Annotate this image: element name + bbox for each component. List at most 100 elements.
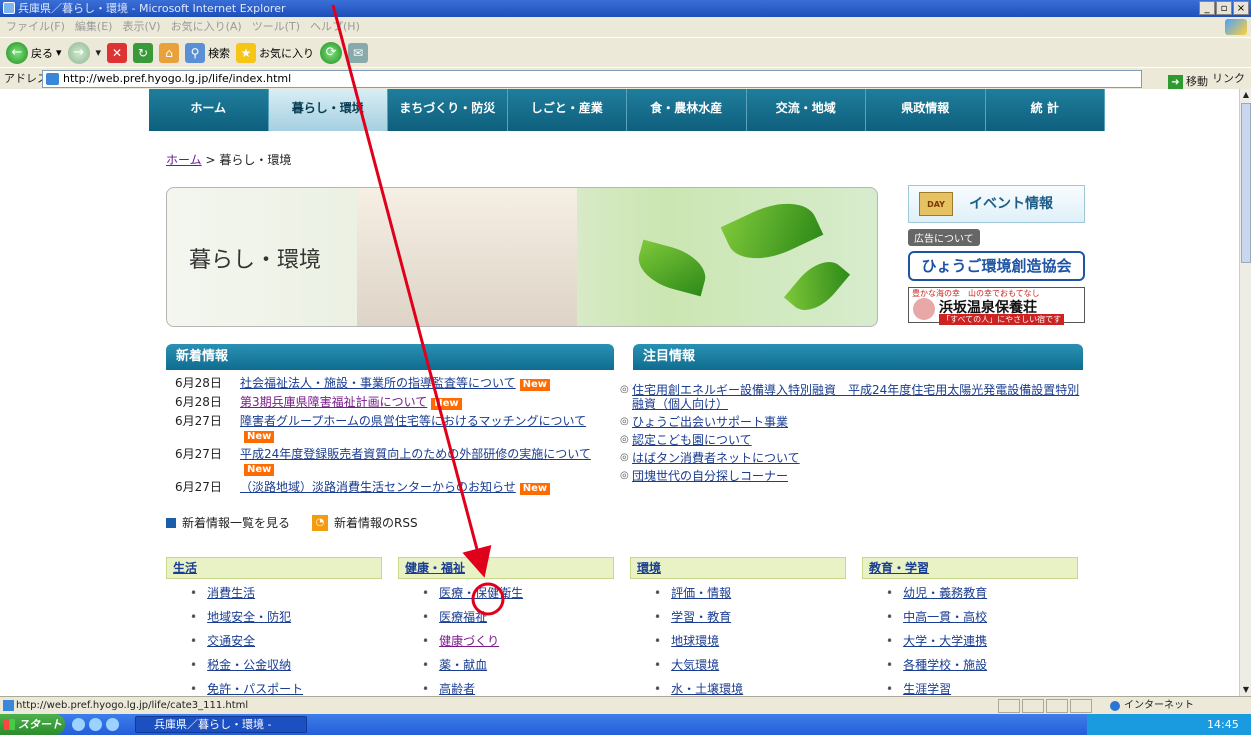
- nav-work[interactable]: しごと・産業: [508, 89, 627, 131]
- news-link[interactable]: 平成24年度登録販売者資質向上のための外部研修の実施について: [240, 447, 591, 461]
- category-item: 大学・大学連携: [886, 633, 1078, 650]
- category-link-medical-health[interactable]: 医療・保健衛生: [439, 586, 523, 600]
- news-link[interactable]: 第3期兵庫県障害福祉計画について: [240, 395, 427, 409]
- menu-favorites[interactable]: お気に入り(A): [171, 17, 242, 37]
- news-link[interactable]: 障害者グループホームの県営住宅等におけるマッチングについて: [240, 414, 586, 428]
- news-rss-link[interactable]: 新着情報のRSS: [334, 514, 418, 531]
- attention-link[interactable]: 団塊世代の自分探しコーナー: [632, 469, 788, 483]
- menu-help[interactable]: ヘルプ(H): [310, 17, 360, 37]
- category-item: 交通安全: [190, 633, 382, 650]
- category-link[interactable]: 学習・教育: [671, 610, 731, 624]
- circle-bullet-icon: ◎: [620, 416, 629, 427]
- news-link[interactable]: 社会福祉法人・施設・事業所の指導監査等について: [240, 376, 516, 390]
- minimize-button[interactable]: _: [1199, 1, 1215, 15]
- menu-file[interactable]: ファイル(F): [6, 17, 65, 37]
- address-input[interactable]: http://web.pref.hyogo.lg.jp/life/index.h…: [42, 70, 1142, 88]
- category-item: 各種学校・施設: [886, 657, 1078, 674]
- favorites-button[interactable]: ★ お気に入り: [236, 42, 314, 63]
- category-link[interactable]: 地球環境: [671, 634, 719, 648]
- category-link[interactable]: 幼児・義務教育: [903, 586, 987, 600]
- nav-home[interactable]: ホーム: [149, 89, 269, 131]
- attention-item: ◎ 住宅用創エネルギー設備導入特別融資 平成24年度住宅用太陽光発電設備設置特別融…: [620, 383, 1090, 411]
- category-link[interactable]: 中高一貫・高校: [903, 610, 987, 624]
- category-link[interactable]: 大学・大学連携: [903, 634, 987, 648]
- home-button[interactable]: ⌂: [159, 42, 180, 63]
- quick-launch-ie-icon[interactable]: [72, 718, 85, 731]
- vertical-scrollbar[interactable]: ▲ ▼: [1239, 89, 1251, 696]
- back-button[interactable]: ← 戻る ▾: [6, 41, 62, 64]
- category-title[interactable]: 生活: [166, 557, 382, 579]
- browser-toolbar: ← 戻る ▾ → ▾ ✕ ↻ ⌂ ⚲ 検索 ★ お気に入り ⟳ ✉: [0, 37, 1251, 67]
- category-link[interactable]: 水・土壌環境: [671, 682, 743, 696]
- category-link[interactable]: 交通安全: [207, 634, 255, 648]
- category-link[interactable]: 大気環境: [671, 658, 719, 672]
- calendar-icon: DAY: [919, 192, 953, 216]
- maximize-button[interactable]: ▫: [1216, 1, 1232, 15]
- category-link[interactable]: 薬・献血: [439, 658, 487, 672]
- scroll-thumb[interactable]: [1241, 103, 1251, 263]
- category-title[interactable]: 健康・福祉: [398, 557, 614, 579]
- hyogo-env-banner[interactable]: ひょうご環境創造協会: [908, 251, 1085, 281]
- attention-link[interactable]: ひょうご出会いサポート事業: [632, 415, 788, 429]
- category-title[interactable]: 教育・学習: [862, 557, 1078, 579]
- rss-icon: ◔: [312, 514, 329, 531]
- mascot-icon: [913, 298, 935, 320]
- mail-button[interactable]: ✉: [348, 42, 369, 63]
- category-link[interactable]: 高齢者: [439, 682, 475, 696]
- quick-launch-app-icon[interactable]: [106, 718, 119, 731]
- category-link[interactable]: 地域安全・防犯: [207, 610, 291, 624]
- clock: 14:45: [1207, 718, 1239, 731]
- nav-food[interactable]: 食・農林水産: [627, 89, 747, 131]
- banner-tag-text: 「すべての人」にやさしい宿です: [939, 314, 1065, 325]
- nav-town[interactable]: まちづくり・防災: [388, 89, 508, 131]
- news-list: 6月28日 社会福祉法人・施設・事業所の指導監査等について New 6月28日 第3期…: [175, 376, 605, 499]
- search-button[interactable]: ⚲ 検索: [185, 42, 230, 63]
- back-dropdown-icon: ▾: [56, 46, 62, 59]
- scroll-down-icon[interactable]: ▼: [1240, 684, 1251, 696]
- category-item: 免許・パスポート: [190, 681, 382, 696]
- close-button[interactable]: ×: [1233, 1, 1249, 15]
- category-link[interactable]: 税金・公金収納: [207, 658, 291, 672]
- internet-zone: インターネット: [1108, 697, 1194, 715]
- category-link[interactable]: 医療福祉: [439, 610, 487, 624]
- nav-prefgov[interactable]: 県政情報: [866, 89, 986, 131]
- stop-button[interactable]: ✕: [107, 42, 128, 63]
- event-info-banner[interactable]: DAY イベント情報: [908, 185, 1085, 223]
- start-button[interactable]: スタート: [0, 714, 65, 735]
- news-list-link[interactable]: 新着情報一覧を見る: [182, 514, 290, 531]
- menu-edit[interactable]: 編集(E): [75, 17, 113, 37]
- status-bar: http://web.pref.hyogo.lg.jp/life/cate3_1…: [0, 696, 1251, 714]
- forward-button[interactable]: →: [67, 41, 90, 64]
- menu-view[interactable]: 表示(V): [122, 17, 160, 37]
- category-link[interactable]: 消費生活: [207, 586, 255, 600]
- attention-link[interactable]: 認定こども園について: [632, 433, 752, 447]
- category-link[interactable]: 生涯学習: [903, 682, 951, 696]
- breadcrumb-home[interactable]: ホーム: [166, 153, 202, 167]
- category-title[interactable]: 環境: [630, 557, 846, 579]
- breadcrumb-current: 暮らし・環境: [219, 153, 292, 167]
- quick-launch: [72, 718, 119, 731]
- nav-stats[interactable]: 統 計: [986, 89, 1105, 131]
- category-link[interactable]: 健康づくり: [439, 634, 499, 648]
- category-link[interactable]: 評価・情報: [671, 586, 731, 600]
- attention-link[interactable]: 住宅用創エネルギー設備導入特別融資 平成24年度住宅用太陽光発電設備設置特別融資…: [632, 383, 1090, 411]
- history-button[interactable]: ⟳: [320, 41, 343, 64]
- category-link[interactable]: 各種学校・施設: [903, 658, 987, 672]
- attention-link[interactable]: はばタン消費者ネットについて: [632, 451, 800, 465]
- news-link[interactable]: （淡路地域）淡路消費生活センターからのお知らせ: [240, 480, 516, 494]
- ad-about-link[interactable]: 広告について: [908, 229, 980, 246]
- address-url: http://web.pref.hyogo.lg.jp/life/index.h…: [63, 72, 292, 85]
- nav-life[interactable]: 暮らし・環境: [268, 89, 388, 131]
- menu-tools[interactable]: ツール(T): [252, 17, 300, 37]
- news-item: 6月28日 第3期兵庫県障害福祉計画について New: [175, 395, 605, 410]
- taskbar-window-button[interactable]: 兵庫県／暮らし・環境 -: [135, 716, 307, 733]
- hamasaka-onsen-banner[interactable]: 豊かな海の幸 山の幸でおもてなし 浜坂温泉保養荘 「すべての人」にやさしい宿です: [908, 287, 1085, 325]
- nav-exchange[interactable]: 交流・地域: [747, 89, 866, 131]
- scroll-up-icon[interactable]: ▲: [1240, 89, 1251, 101]
- window-title: 兵庫県／暮らし・環境 - Microsoft Internet Explorer: [18, 2, 286, 15]
- category-link[interactable]: 免許・パスポート: [207, 682, 303, 696]
- breadcrumb-sep: >: [201, 153, 220, 167]
- refresh-button[interactable]: ↻: [133, 42, 154, 63]
- quick-launch-media-icon[interactable]: [89, 718, 102, 731]
- category-item: 評価・情報: [654, 585, 846, 602]
